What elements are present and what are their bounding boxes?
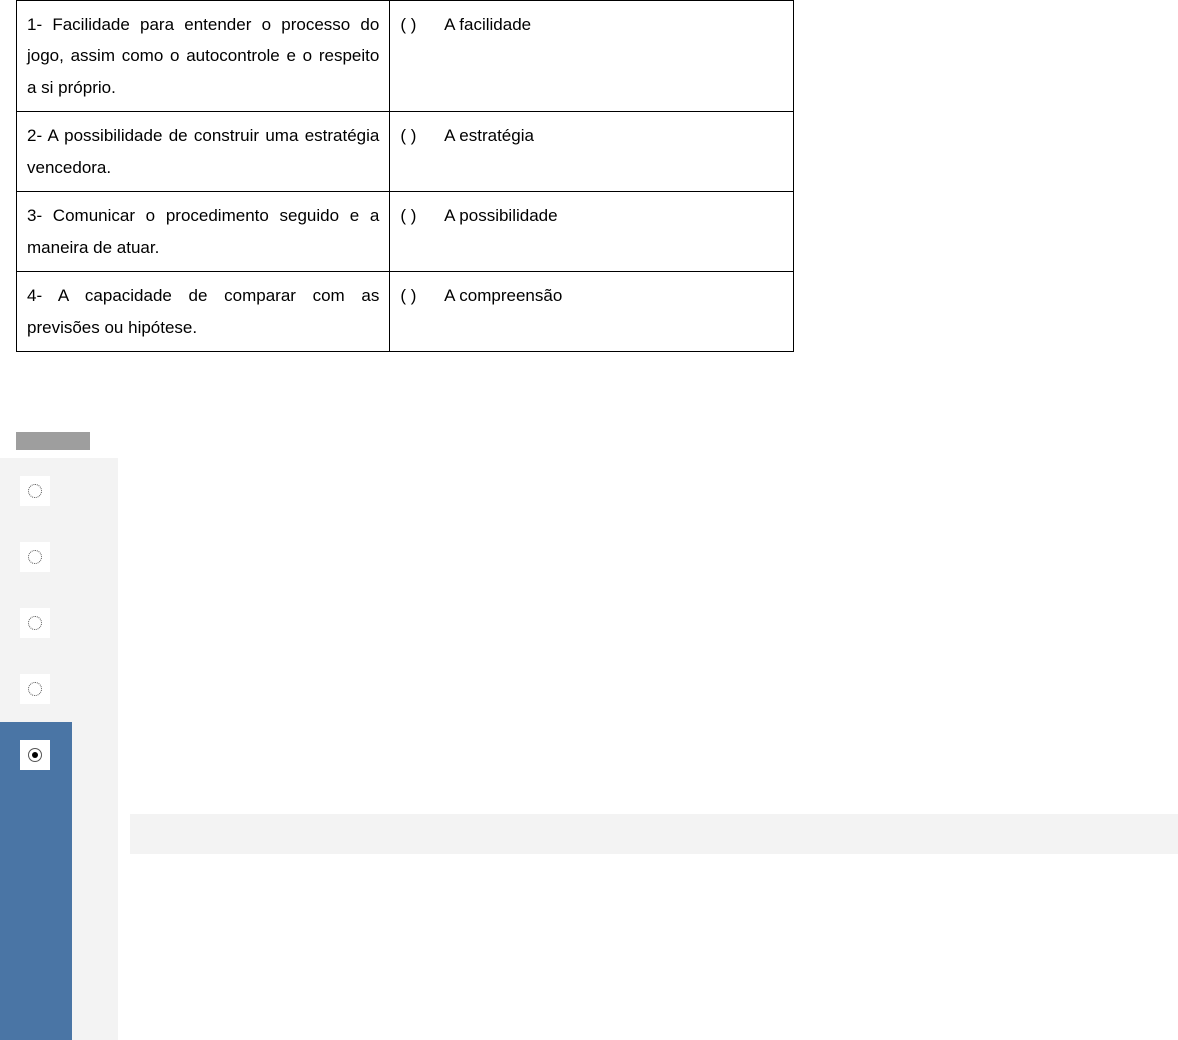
radio-icon: [28, 616, 42, 630]
radio-icon: [28, 484, 42, 498]
table-left-cell: 3- Comunicar o procedimento seguido e a …: [17, 192, 390, 272]
right-label: A estratégia: [444, 126, 534, 145]
paren-blank: ( ): [400, 280, 440, 311]
gray-bar: [16, 432, 90, 450]
right-label: A compreensão: [444, 286, 562, 305]
option-row[interactable]: [0, 590, 72, 656]
options-column: [0, 458, 118, 1040]
paren-blank: ( ): [400, 200, 440, 231]
light-band: [130, 814, 1178, 854]
right-label: A facilidade: [444, 15, 531, 34]
table-right-cell: ( ) A possibilidade: [390, 192, 794, 272]
radio-button[interactable]: [20, 674, 50, 704]
options-area: [0, 458, 1178, 1040]
option-row[interactable]: [0, 458, 72, 524]
option-row[interactable]: [0, 524, 72, 590]
table-left-cell: 2- A possibilidade de construir uma estr…: [17, 112, 390, 192]
radio-button[interactable]: [20, 542, 50, 572]
radio-icon: [28, 748, 42, 762]
option-row[interactable]: [0, 656, 72, 722]
radio-button[interactable]: [20, 476, 50, 506]
table-row: 2- A possibilidade de construir uma estr…: [17, 112, 794, 192]
table-right-cell: ( ) A compreensão: [390, 272, 794, 352]
paren-blank: ( ): [400, 120, 440, 151]
table-row: 3- Comunicar o procedimento seguido e a …: [17, 192, 794, 272]
table-right-cell: ( ) A estratégia: [390, 112, 794, 192]
radio-button[interactable]: [20, 740, 50, 770]
matching-table: 1- Facilidade para entender o processo d…: [16, 0, 794, 352]
table-right-cell: ( ) A facilidade: [390, 1, 794, 112]
radio-button[interactable]: [20, 608, 50, 638]
table-left-cell: 1- Facilidade para entender o processo d…: [17, 1, 390, 112]
option-row-selected[interactable]: [0, 722, 72, 1040]
paren-blank: ( ): [400, 9, 440, 40]
right-label: A possibilidade: [444, 206, 557, 225]
radio-icon: [28, 682, 42, 696]
table-row: 4- A capacidade de comparar com as previ…: [17, 272, 794, 352]
table-left-cell: 4- A capacidade de comparar com as previ…: [17, 272, 390, 352]
radio-icon: [28, 550, 42, 564]
table-row: 1- Facilidade para entender o processo d…: [17, 1, 794, 112]
